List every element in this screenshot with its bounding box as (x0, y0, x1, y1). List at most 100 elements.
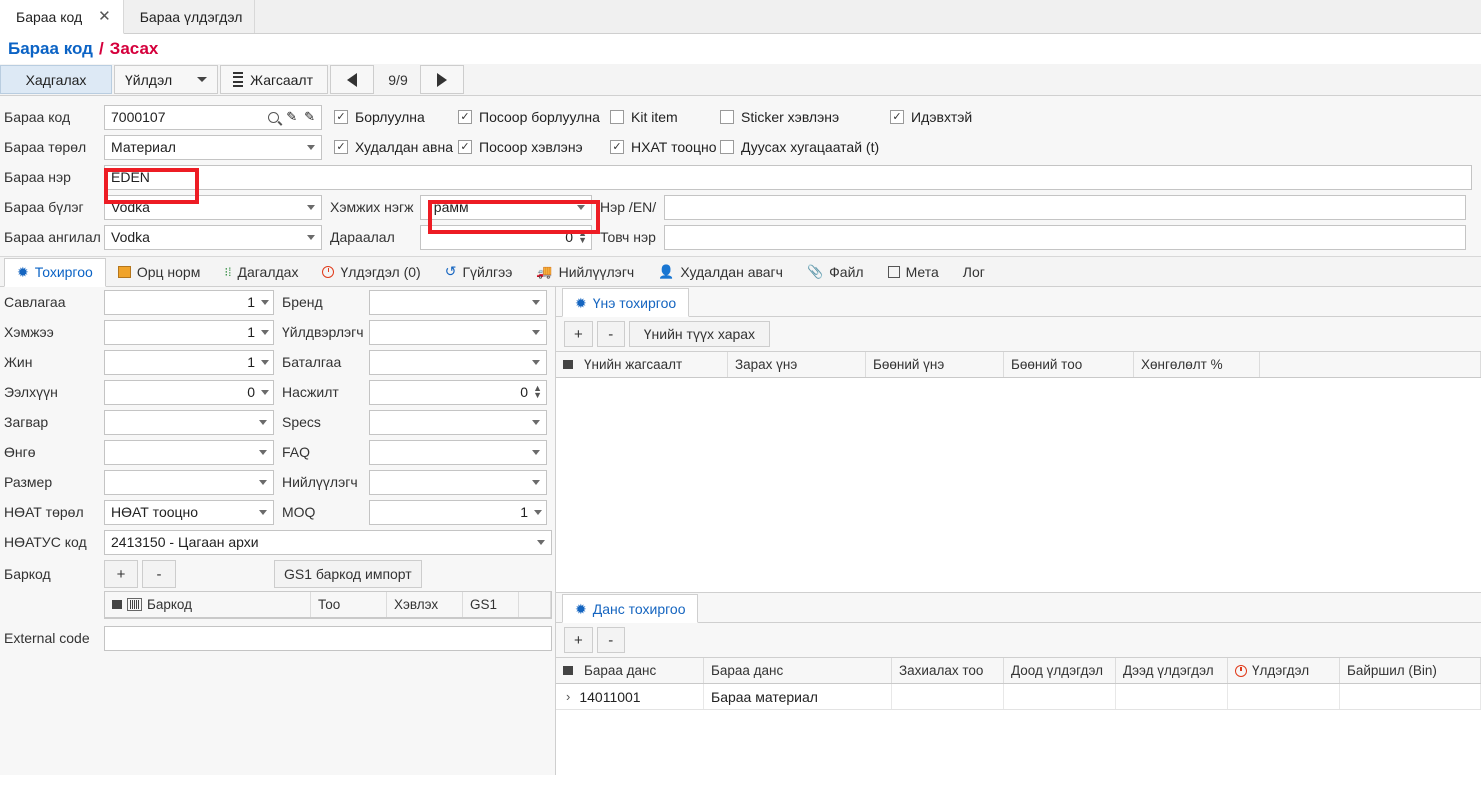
ezelhuun-label: Ээлхүүн (4, 384, 58, 400)
checkbox-borluulna[interactable]: ✓ Борлуулна (334, 109, 458, 125)
short-name-input[interactable] (664, 224, 1466, 250)
tab-uldegdel[interactable]: Үлдэгдэл (0) (310, 257, 432, 286)
ongo-select[interactable] (104, 439, 274, 465)
faq-select[interactable] (369, 439, 547, 465)
pencil-alt-icon[interactable]: ✎ (304, 109, 315, 125)
moq-select[interactable]: 1 (369, 499, 547, 525)
razmer-select[interactable] (104, 469, 274, 495)
tab-dagaldah[interactable]: ⁝⁞ Дагалдах (212, 257, 310, 286)
price-add-button[interactable]: + (564, 321, 593, 347)
clock-icon (1235, 664, 1247, 677)
barcode-add-button[interactable]: + (104, 560, 138, 588)
tab-label: Үлдэгдэл (0) (340, 263, 421, 280)
batalgaa-select[interactable] (369, 349, 547, 375)
prev-record-button[interactable] (330, 65, 374, 94)
save-button[interactable]: Хадгалах (0, 65, 112, 94)
column-label: Үлдэгдэл (1252, 663, 1310, 678)
barcode-col-barcode[interactable]: Баркод (105, 592, 311, 617)
checkbox-nhat-tootsno[interactable]: ✓ НХАТ тооцно (610, 139, 720, 155)
price-col-sell[interactable]: Зарах үнэ (728, 352, 866, 377)
triangle-right-icon (437, 72, 447, 87)
order-spinner[interactable]: 0 ▲ ▼ (420, 224, 592, 250)
account-col-name[interactable]: Бараа данс (704, 658, 892, 683)
action-dropdown-button[interactable]: Үйлдэл (114, 65, 218, 94)
checkbox-posoor-hevlene[interactable]: ✓ Посоор хэвлэнэ (458, 139, 610, 155)
niiluulegch-select[interactable] (369, 469, 547, 495)
savlagaa-select[interactable]: 1 (104, 289, 274, 315)
account-remove-button[interactable]: - (596, 627, 625, 653)
filter-icon[interactable] (563, 666, 573, 675)
price-col-wholesale[interactable]: Бөөний үнэ (866, 352, 1004, 377)
account-add-button[interactable]: + (564, 627, 593, 653)
close-icon[interactable]: ✕ (98, 9, 111, 24)
breadcrumb-current: Засах (109, 39, 159, 58)
hemjee-select[interactable]: 1 (104, 319, 274, 345)
breadcrumb-root[interactable]: Бараа код (8, 39, 93, 59)
tab-baraa-kod[interactable]: Бараа код ✕ (0, 0, 124, 34)
nhat-torol-select[interactable]: НӨАТ тооцно (104, 499, 274, 525)
vat-code-select[interactable]: 2413150 - Цагаан архи (104, 529, 552, 555)
tab-tohirgoo[interactable]: ✹ Тохиргоо (4, 257, 106, 287)
barcode-grid-header: Баркод Тоо Хэвлэх GS1 (105, 592, 551, 618)
item-name-input[interactable]: EDEN (104, 164, 1472, 190)
tab-niiluulegch[interactable]: 🚚 Нийлүүлэгч (524, 257, 646, 286)
checkbox-posoor-borluulna[interactable]: ✓ Посоор борлуулна (458, 109, 610, 125)
pencil-icon[interactable]: ✎ (286, 109, 297, 125)
table-row[interactable]: › 14011001 Бараа материал (556, 684, 1481, 710)
gs1-import-button[interactable]: GS1 баркод импорт (274, 560, 422, 588)
specs-select[interactable] (369, 409, 547, 435)
barcode-col-gs1[interactable]: GS1 (463, 592, 519, 617)
tab-orts-norm[interactable]: Орц норм (106, 257, 213, 286)
name-en-input[interactable] (664, 194, 1466, 220)
tab-hudaldan-avagch[interactable]: 👤 Худалдан авагч (646, 257, 795, 286)
item-type-select[interactable]: Материал (104, 134, 322, 160)
history-icon: ↺ (444, 263, 457, 279)
jin-select[interactable]: 1 (104, 349, 274, 375)
external-code-input[interactable] (104, 625, 552, 651)
specs-label: Specs (282, 414, 321, 430)
price-remove-button[interactable]: - (596, 321, 625, 347)
barcode-remove-button[interactable]: - (142, 560, 176, 588)
search-icon[interactable] (268, 111, 280, 123)
account-col-order-qty[interactable]: Захиалах тоо (892, 658, 1004, 683)
unit-select[interactable]: Грамм (420, 194, 592, 220)
checkbox-active[interactable]: ✓ Идэвхтэй (890, 109, 972, 125)
brend-select[interactable] (369, 289, 547, 315)
tab-log[interactable]: Лог (951, 257, 997, 286)
tab-guilgee[interactable]: ↺ Гүйлгээ (433, 257, 525, 286)
spinner-arrows-icon[interactable]: ▲ ▼ (578, 229, 587, 245)
zagvar-select[interactable] (104, 409, 274, 435)
ezelhuun-select[interactable]: 0 (104, 379, 274, 405)
checkbox-kit-item[interactable]: Kit item (610, 109, 720, 125)
barcode-col-too[interactable]: Тоо (311, 592, 387, 617)
item-group-select[interactable]: Vodka (104, 194, 322, 220)
barcode-col-hevleh[interactable]: Хэвлэх (387, 592, 463, 617)
tab-une-tohirgoo[interactable]: ✹ Үнэ тохиргоо (562, 288, 690, 317)
checkbox-expiry[interactable]: Дуусах хугацаатай (t) (720, 139, 879, 155)
account-col-max[interactable]: Дээд үлдэгдэл (1116, 658, 1228, 683)
price-col-discount[interactable]: Хөнгөлөлт % (1134, 352, 1260, 377)
spinner-arrows-icon[interactable]: ▲ ▼ (533, 384, 542, 400)
checkbox-sticker-print[interactable]: Sticker хэвлэнэ (720, 109, 890, 125)
nasjilt-spinner[interactable]: 0 ▲ ▼ (369, 379, 547, 405)
account-col-balance[interactable]: Үлдэгдэл (1228, 658, 1340, 683)
chevron-right-icon[interactable]: › (556, 689, 579, 704)
tab-dans-tohirgoo[interactable]: ✹ Данс тохиргоо (562, 594, 699, 623)
tab-meta[interactable]: Мета (876, 257, 951, 286)
tab-baraa-uldegdel[interactable]: Бараа үлдэгдэл (123, 0, 256, 33)
item-code-input[interactable]: 7000107 ✎ ✎ (104, 104, 322, 130)
tab-fail[interactable]: 📎 Файл (795, 257, 876, 286)
account-col-bin[interactable]: Байршил (Bin) (1340, 658, 1481, 683)
uildverlegch-select[interactable] (369, 319, 547, 345)
account-col-min[interactable]: Доод үлдэгдэл (1004, 658, 1116, 683)
account-col-code[interactable]: Бараа данс (556, 658, 704, 683)
filter-icon[interactable] (563, 360, 573, 369)
checkbox-hudaldan-avna[interactable]: ✓ Худалдан авна (334, 139, 458, 155)
next-record-button[interactable] (420, 65, 464, 94)
price-col-list[interactable]: Үнийн жагсаалт (556, 352, 728, 377)
item-class-select[interactable]: Vodka (104, 224, 322, 250)
price-col-wholesale-qty[interactable]: Бөөний тоо (1004, 352, 1134, 377)
price-history-button[interactable]: Үнийн түүх харах (628, 321, 771, 347)
filter-icon[interactable] (112, 600, 122, 609)
list-button[interactable]: Жагсаалт (220, 65, 328, 94)
